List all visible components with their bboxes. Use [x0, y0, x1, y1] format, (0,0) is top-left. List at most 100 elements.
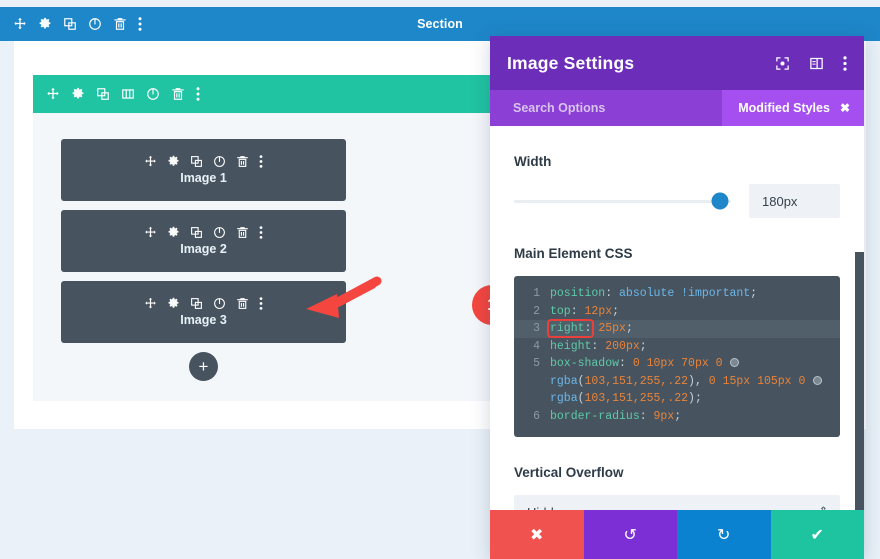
gear-icon[interactable]	[167, 297, 180, 310]
code-line-text: top: 12px;	[550, 303, 828, 321]
module-toolbar-icons	[144, 297, 263, 310]
add-module-button[interactable]: +	[189, 352, 218, 381]
code-token: ;	[625, 322, 633, 335]
panel-options-scroll[interactable]: Width 180px Main Element CSS 1 position: …	[490, 126, 864, 510]
duplicate-icon[interactable]	[190, 226, 203, 239]
cancel-button[interactable]: ✖	[490, 510, 584, 559]
module-label: Image 3	[180, 313, 227, 327]
module-image-1[interactable]: Image 1	[61, 139, 346, 201]
code-token: absolute	[619, 287, 675, 300]
code-line-text: height: 200px;	[550, 338, 828, 356]
gear-icon[interactable]	[167, 155, 180, 168]
width-value-input[interactable]: 180px	[749, 184, 840, 218]
code-line-text: right: 25px;	[546, 319, 828, 338]
panel-scrollbar[interactable]	[855, 252, 864, 510]
trash-icon[interactable]	[236, 297, 249, 310]
gear-icon[interactable]	[167, 226, 180, 239]
more-options-icon[interactable]	[843, 55, 847, 71]
toggle-power-icon[interactable]	[213, 226, 226, 239]
code-token: (	[577, 374, 585, 388]
vertical-overflow-label: Vertical Overflow	[514, 465, 624, 480]
module-image-2[interactable]: Image 2	[61, 210, 346, 272]
main-element-css-label: Main Element CSS	[514, 246, 633, 261]
code-token: :	[639, 409, 654, 423]
code-line[interactable]: 2 top: 12px;	[523, 303, 828, 321]
code-line-number: 3	[533, 322, 540, 335]
duplicate-icon[interactable]	[96, 87, 110, 101]
undo-button[interactable]: ↺	[583, 510, 677, 559]
code-line[interactable]: 3 right: 25px;	[514, 319, 840, 338]
code-token: ;	[694, 392, 702, 405]
more-options-icon[interactable]	[138, 17, 142, 31]
main-element-css-editor[interactable]: 1 position: absolute !important; 2 top: 12p…	[514, 276, 840, 437]
code-line-number: 1	[533, 287, 540, 300]
toggle-power-icon[interactable]	[213, 297, 226, 310]
columns-icon[interactable]	[121, 87, 135, 101]
panel-search-bar[interactable]: Search Options Modified Styles ✖	[490, 90, 864, 126]
width-slider-knob[interactable]	[711, 192, 729, 210]
code-line[interactable]: 4 height: 200px;	[523, 338, 828, 356]
code-line-text: position: absolute !important;	[550, 285, 828, 303]
code-token: rgba	[550, 374, 578, 388]
code-line-text: box-shadow: 0 10px 70px 0 rgba(103,151,2…	[550, 355, 828, 408]
more-options-icon[interactable]	[196, 87, 200, 101]
width-slider[interactable]	[514, 192, 731, 210]
vertical-overflow-select[interactable]: Hidden ⇕	[514, 495, 840, 510]
code-line[interactable]: 6 border-radius: 9px;	[523, 408, 828, 426]
toggle-power-icon[interactable]	[88, 17, 102, 31]
color-swatch-icon[interactable]	[813, 375, 823, 385]
toggle-power-icon[interactable]	[146, 87, 160, 101]
gear-icon[interactable]	[71, 87, 85, 101]
vertical-overflow-value: Hidden	[527, 505, 568, 511]
modified-styles-badge[interactable]: Modified Styles ✖	[722, 90, 864, 126]
code-token: ;	[612, 304, 620, 318]
move-icon[interactable]	[144, 226, 157, 239]
more-options-icon[interactable]	[259, 297, 263, 310]
code-line-text: border-radius: 9px;	[550, 408, 828, 426]
duplicate-icon[interactable]	[190, 297, 203, 310]
code-line[interactable]: 1 position: absolute !important;	[523, 285, 828, 303]
trash-icon[interactable]	[236, 155, 249, 168]
annotation-arrow-icon	[303, 276, 383, 329]
code-token: box-shadow	[550, 357, 620, 370]
preview-icon[interactable]	[775, 56, 790, 71]
trash-icon[interactable]	[171, 87, 185, 101]
trash-icon[interactable]	[113, 17, 127, 31]
gear-icon[interactable]	[38, 17, 52, 31]
save-button[interactable]: ✔	[770, 510, 864, 559]
module-label: Image 2	[180, 242, 227, 256]
panel-layout-icon[interactable]	[809, 56, 824, 71]
code-token: top	[550, 304, 571, 318]
duplicate-icon[interactable]	[63, 17, 77, 31]
code-line-number: 4	[533, 339, 540, 353]
move-icon[interactable]	[13, 17, 27, 31]
move-icon[interactable]	[144, 297, 157, 310]
code-token: 0 15px 105px 0	[708, 374, 813, 388]
color-swatch-icon[interactable]	[730, 358, 740, 367]
image-settings-panel: Image Settings Search Options Modified S…	[490, 36, 864, 559]
code-token: ;	[750, 287, 758, 300]
more-options-icon[interactable]	[259, 155, 263, 168]
builder-screen: Section Image 1 Image 2 Image 3 + 1 Imag…	[0, 0, 880, 559]
code-token: position	[550, 287, 606, 300]
check-icon: ✔	[810, 526, 824, 544]
module-toolbar-icons	[144, 226, 263, 239]
close-icon[interactable]: ✖	[840, 101, 850, 115]
search-input[interactable]: Search Options	[513, 101, 605, 115]
code-token: :	[591, 339, 606, 353]
trash-icon[interactable]	[236, 226, 249, 239]
code-token: 103,151,255,.22	[584, 374, 689, 388]
more-options-icon[interactable]	[259, 226, 263, 239]
move-icon[interactable]	[46, 87, 60, 101]
toggle-power-icon[interactable]	[213, 155, 226, 168]
code-line[interactable]: 5 box-shadow: 0 10px 70px 0 rgba(103,151,…	[523, 355, 828, 408]
duplicate-icon[interactable]	[190, 155, 203, 168]
code-line-number: 5	[533, 357, 540, 370]
move-icon[interactable]	[144, 155, 157, 168]
redo-button[interactable]: ↻	[677, 510, 771, 559]
panel-title: Image Settings	[507, 52, 635, 73]
code-token: :	[570, 304, 585, 318]
panel-header-icons	[775, 55, 847, 71]
